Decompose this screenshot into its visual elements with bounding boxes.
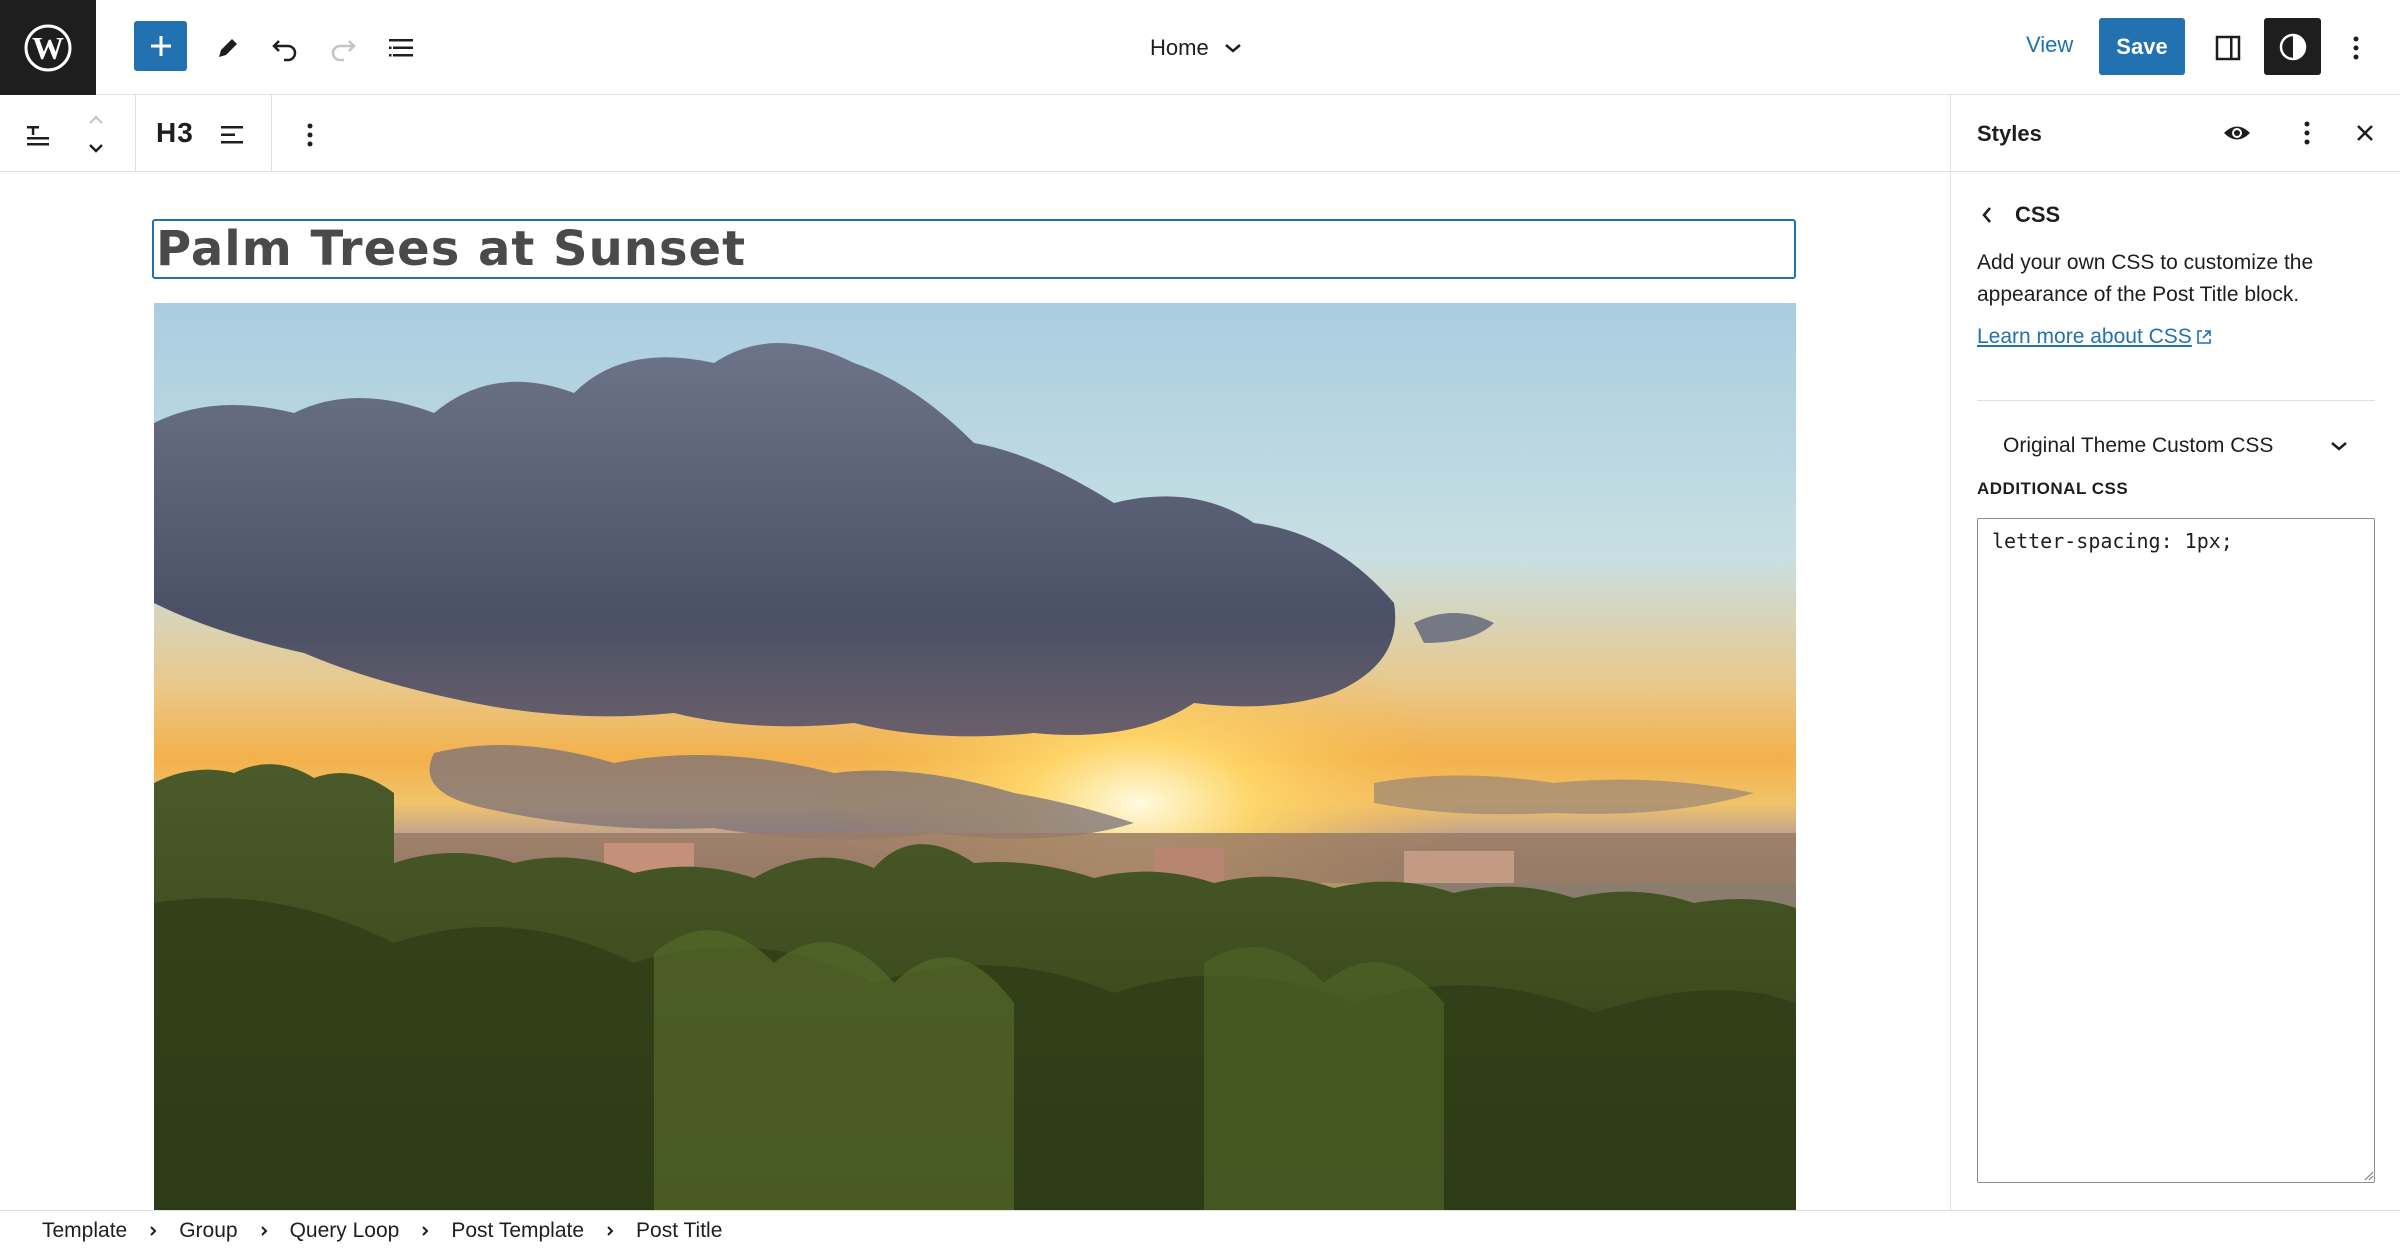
- move-up-icon: [89, 115, 103, 124]
- external-link-icon: [2196, 330, 2211, 344]
- align-icon: [221, 126, 243, 144]
- settings-sidebar-toggle[interactable]: [2208, 28, 2248, 68]
- save-button[interactable]: Save: [2099, 18, 2185, 75]
- original-theme-css-toggle[interactable]: Original Theme Custom CSS: [1977, 421, 2375, 471]
- wordpress-logo-icon[interactable]: W: [0, 0, 96, 95]
- heading-controls-group: H3: [136, 95, 272, 172]
- post-title-block-icon: [27, 126, 49, 146]
- redo-icon: [331, 40, 356, 62]
- styles-sidebar: Styles CSS Add your own CSS to customize…: [1950, 95, 2400, 1210]
- breadcrumb-template[interactable]: Template: [42, 1219, 127, 1243]
- accordion-label: Original Theme Custom CSS: [2003, 434, 2274, 457]
- close-icon: [2357, 125, 2373, 141]
- redo-button[interactable]: [323, 28, 363, 68]
- chevron-right-icon: [584, 1224, 636, 1238]
- chevron-down-icon: [2331, 442, 2347, 451]
- move-down-icon: [89, 144, 103, 153]
- block-toolbar: H3: [0, 95, 1950, 172]
- close-sidebar-button[interactable]: [2347, 115, 2383, 151]
- post-title-text: Palm Trees at Sunset: [156, 221, 747, 277]
- chevron-right-icon: [399, 1224, 451, 1238]
- more-vertical-icon: [2353, 36, 2359, 60]
- chevron-right-icon: [238, 1224, 290, 1238]
- style-book-button[interactable]: [2219, 115, 2255, 151]
- breadcrumb-post-template[interactable]: Post Template: [451, 1219, 584, 1243]
- view-button[interactable]: View: [2026, 32, 2073, 58]
- svg-text:W: W: [32, 30, 64, 66]
- breadcrumb-query-loop[interactable]: Query Loop: [290, 1219, 400, 1243]
- undo-icon: [272, 40, 297, 62]
- document-title: Home: [1150, 35, 1209, 60]
- breadcrumb-group[interactable]: Group: [179, 1219, 237, 1243]
- featured-image[interactable]: [154, 303, 1796, 1210]
- editor-canvas: Palm Trees at Sunset: [0, 172, 1950, 1210]
- block-type-button[interactable]: [18, 115, 58, 155]
- chevron-right-icon: [127, 1224, 179, 1238]
- undo-button[interactable]: [265, 28, 305, 68]
- sidebar-options-button[interactable]: [2289, 115, 2325, 151]
- css-nav-title: CSS: [2015, 202, 2061, 227]
- chevron-down-icon: [1224, 44, 1241, 53]
- breadcrumb-post-title[interactable]: Post Title: [636, 1219, 722, 1243]
- tools-button[interactable]: [208, 28, 248, 68]
- sunset-photo: [154, 303, 1796, 1210]
- learn-more-css-link[interactable]: Learn more about CSS: [1977, 325, 2213, 349]
- add-block-button[interactable]: [134, 21, 187, 71]
- more-vertical-icon: [307, 123, 313, 147]
- block-breadcrumb: Template Group Query Loop Post Template …: [0, 1210, 2400, 1250]
- options-button[interactable]: [2336, 28, 2376, 68]
- move-up-button[interactable]: [80, 107, 112, 133]
- more-vertical-icon: [2304, 121, 2310, 145]
- document-title-dropdown[interactable]: Home: [1150, 28, 1243, 68]
- pencil-icon: [219, 39, 237, 57]
- additional-css-label: ADDITIONAL CSS: [1977, 479, 2129, 498]
- editor-header: W Home View Save: [0, 0, 2400, 95]
- block-mover-group: [0, 95, 136, 172]
- additional-css-textarea[interactable]: [1977, 518, 2375, 1183]
- sidebar-title: Styles: [1977, 121, 2042, 146]
- resize-handle-icon[interactable]: [2362, 1169, 2374, 1181]
- align-button[interactable]: [212, 115, 252, 155]
- section-divider: [1977, 400, 2375, 401]
- styles-toggle-button[interactable]: [2264, 18, 2321, 75]
- eye-icon: [2224, 126, 2250, 140]
- sidebar-toggle-icon: [2215, 35, 2241, 61]
- list-view-button[interactable]: [381, 28, 421, 68]
- chevron-left-icon: [1982, 207, 1991, 223]
- styles-contrast-icon: [2279, 33, 2306, 60]
- block-options-button[interactable]: [290, 115, 330, 155]
- heading-level-button[interactable]: H3: [156, 117, 194, 149]
- plus-icon: [150, 36, 171, 56]
- back-button[interactable]: [1977, 204, 1997, 226]
- move-down-button[interactable]: [80, 135, 112, 161]
- css-nav-header: CSS: [1977, 195, 2060, 235]
- sidebar-header: Styles: [1951, 95, 2400, 172]
- learn-more-css-label: Learn more about CSS: [1977, 325, 2192, 348]
- post-title-block[interactable]: Palm Trees at Sunset: [152, 219, 1796, 279]
- list-view-icon: [389, 39, 413, 57]
- css-description: Add your own CSS to customize the appear…: [1977, 251, 2314, 306]
